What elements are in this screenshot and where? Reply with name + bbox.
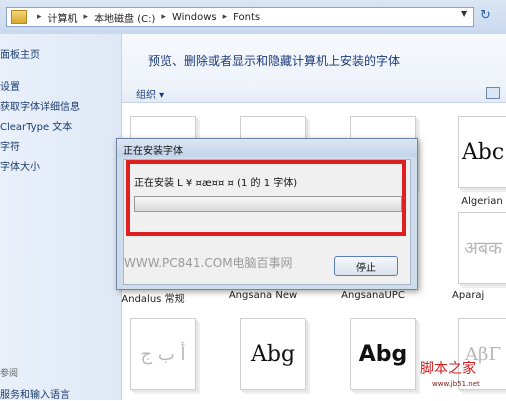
page-header: 预览、删除或者显示和隐藏计算机上安装的字体 [122,34,506,85]
folder-icon [11,10,27,24]
sidebar-item-cleartype[interactable]: ClearType 文本 [0,118,72,133]
font-name: Algerian [461,196,503,207]
see-also-label: 参阅 [0,369,19,379]
breadcrumb-windows[interactable]: Windows [172,12,217,23]
font-name: Andalus 常规 [121,294,185,305]
brand-url: www.jb51.net [432,380,480,388]
font-name: Angsana New [228,290,298,301]
refresh-icon[interactable]: ↻ [480,8,491,23]
breadcrumb-drive[interactable]: 本地磁盘 (C:) [94,10,155,25]
breadcrumb-separator: ▸ [83,12,89,22]
font-name: AngsanaUPC [341,290,405,301]
address-bar: ▸ 计算机 ▸ 本地磁盘 (C:) ▸ Windows ▸ Fonts ▼ ↻ [0,0,506,35]
sidebar-item-settings[interactable]: 设置 [0,78,20,93]
command-bar: 组织 ▾ [122,84,506,103]
dialog-title: 正在安装字体 [123,146,183,157]
chevron-down-icon[interactable]: ▼ [461,9,467,18]
breadcrumb-fonts[interactable]: Fonts [233,12,260,23]
sidebar-item-characters[interactable]: 字符 [0,138,20,153]
brand-logo: 脚本之家 [420,361,476,377]
address-field[interactable]: ▸ 计算机 ▸ 本地磁盘 (C:) ▸ Windows ▸ Fonts [6,7,474,27]
organize-menu[interactable]: 组织 ▾ [136,86,164,101]
sidebar-item-font-details[interactable]: 获取字体详细信息 [0,98,80,113]
font-tile-arabic[interactable]: أ ب ج [130,318,196,390]
highlight-annotation [126,160,406,236]
sidebar: 面板主页 设置 获取字体详细信息 ClearType 文本 字符 字体大小 参阅… [0,34,122,401]
page-title: 预览、删除或者显示和隐藏计算机上安装的字体 [148,54,401,68]
breadcrumb-separator: ▸ [37,12,42,22]
font-tile-devanagari[interactable]: अबक [458,212,506,284]
font-name: Aparaj [452,290,485,301]
breadcrumb-separator: ▸ [222,12,228,22]
sidebar-item-font-size[interactable]: 字体大小 [0,158,40,173]
font-tile-algerian[interactable]: Abc [458,116,506,188]
stop-button[interactable]: 停止 [334,256,398,276]
view-icon[interactable] [486,87,500,99]
sidebar-item-input-language[interactable]: 服务和输入语言 [0,386,70,401]
breadcrumb-separator: ▸ [161,12,166,22]
sidebar-item-home[interactable]: 面板主页 [0,46,40,61]
font-tile-abg[interactable]: Abg [240,318,306,390]
watermark-text: WWW.PC841.COM电脑百事网 [124,256,293,270]
breadcrumb-computer[interactable]: 计算机 [48,10,78,25]
font-tile-abg-bold[interactable]: Abg [350,318,416,390]
dialog-titlebar[interactable]: 正在安装字体 [117,139,417,157]
